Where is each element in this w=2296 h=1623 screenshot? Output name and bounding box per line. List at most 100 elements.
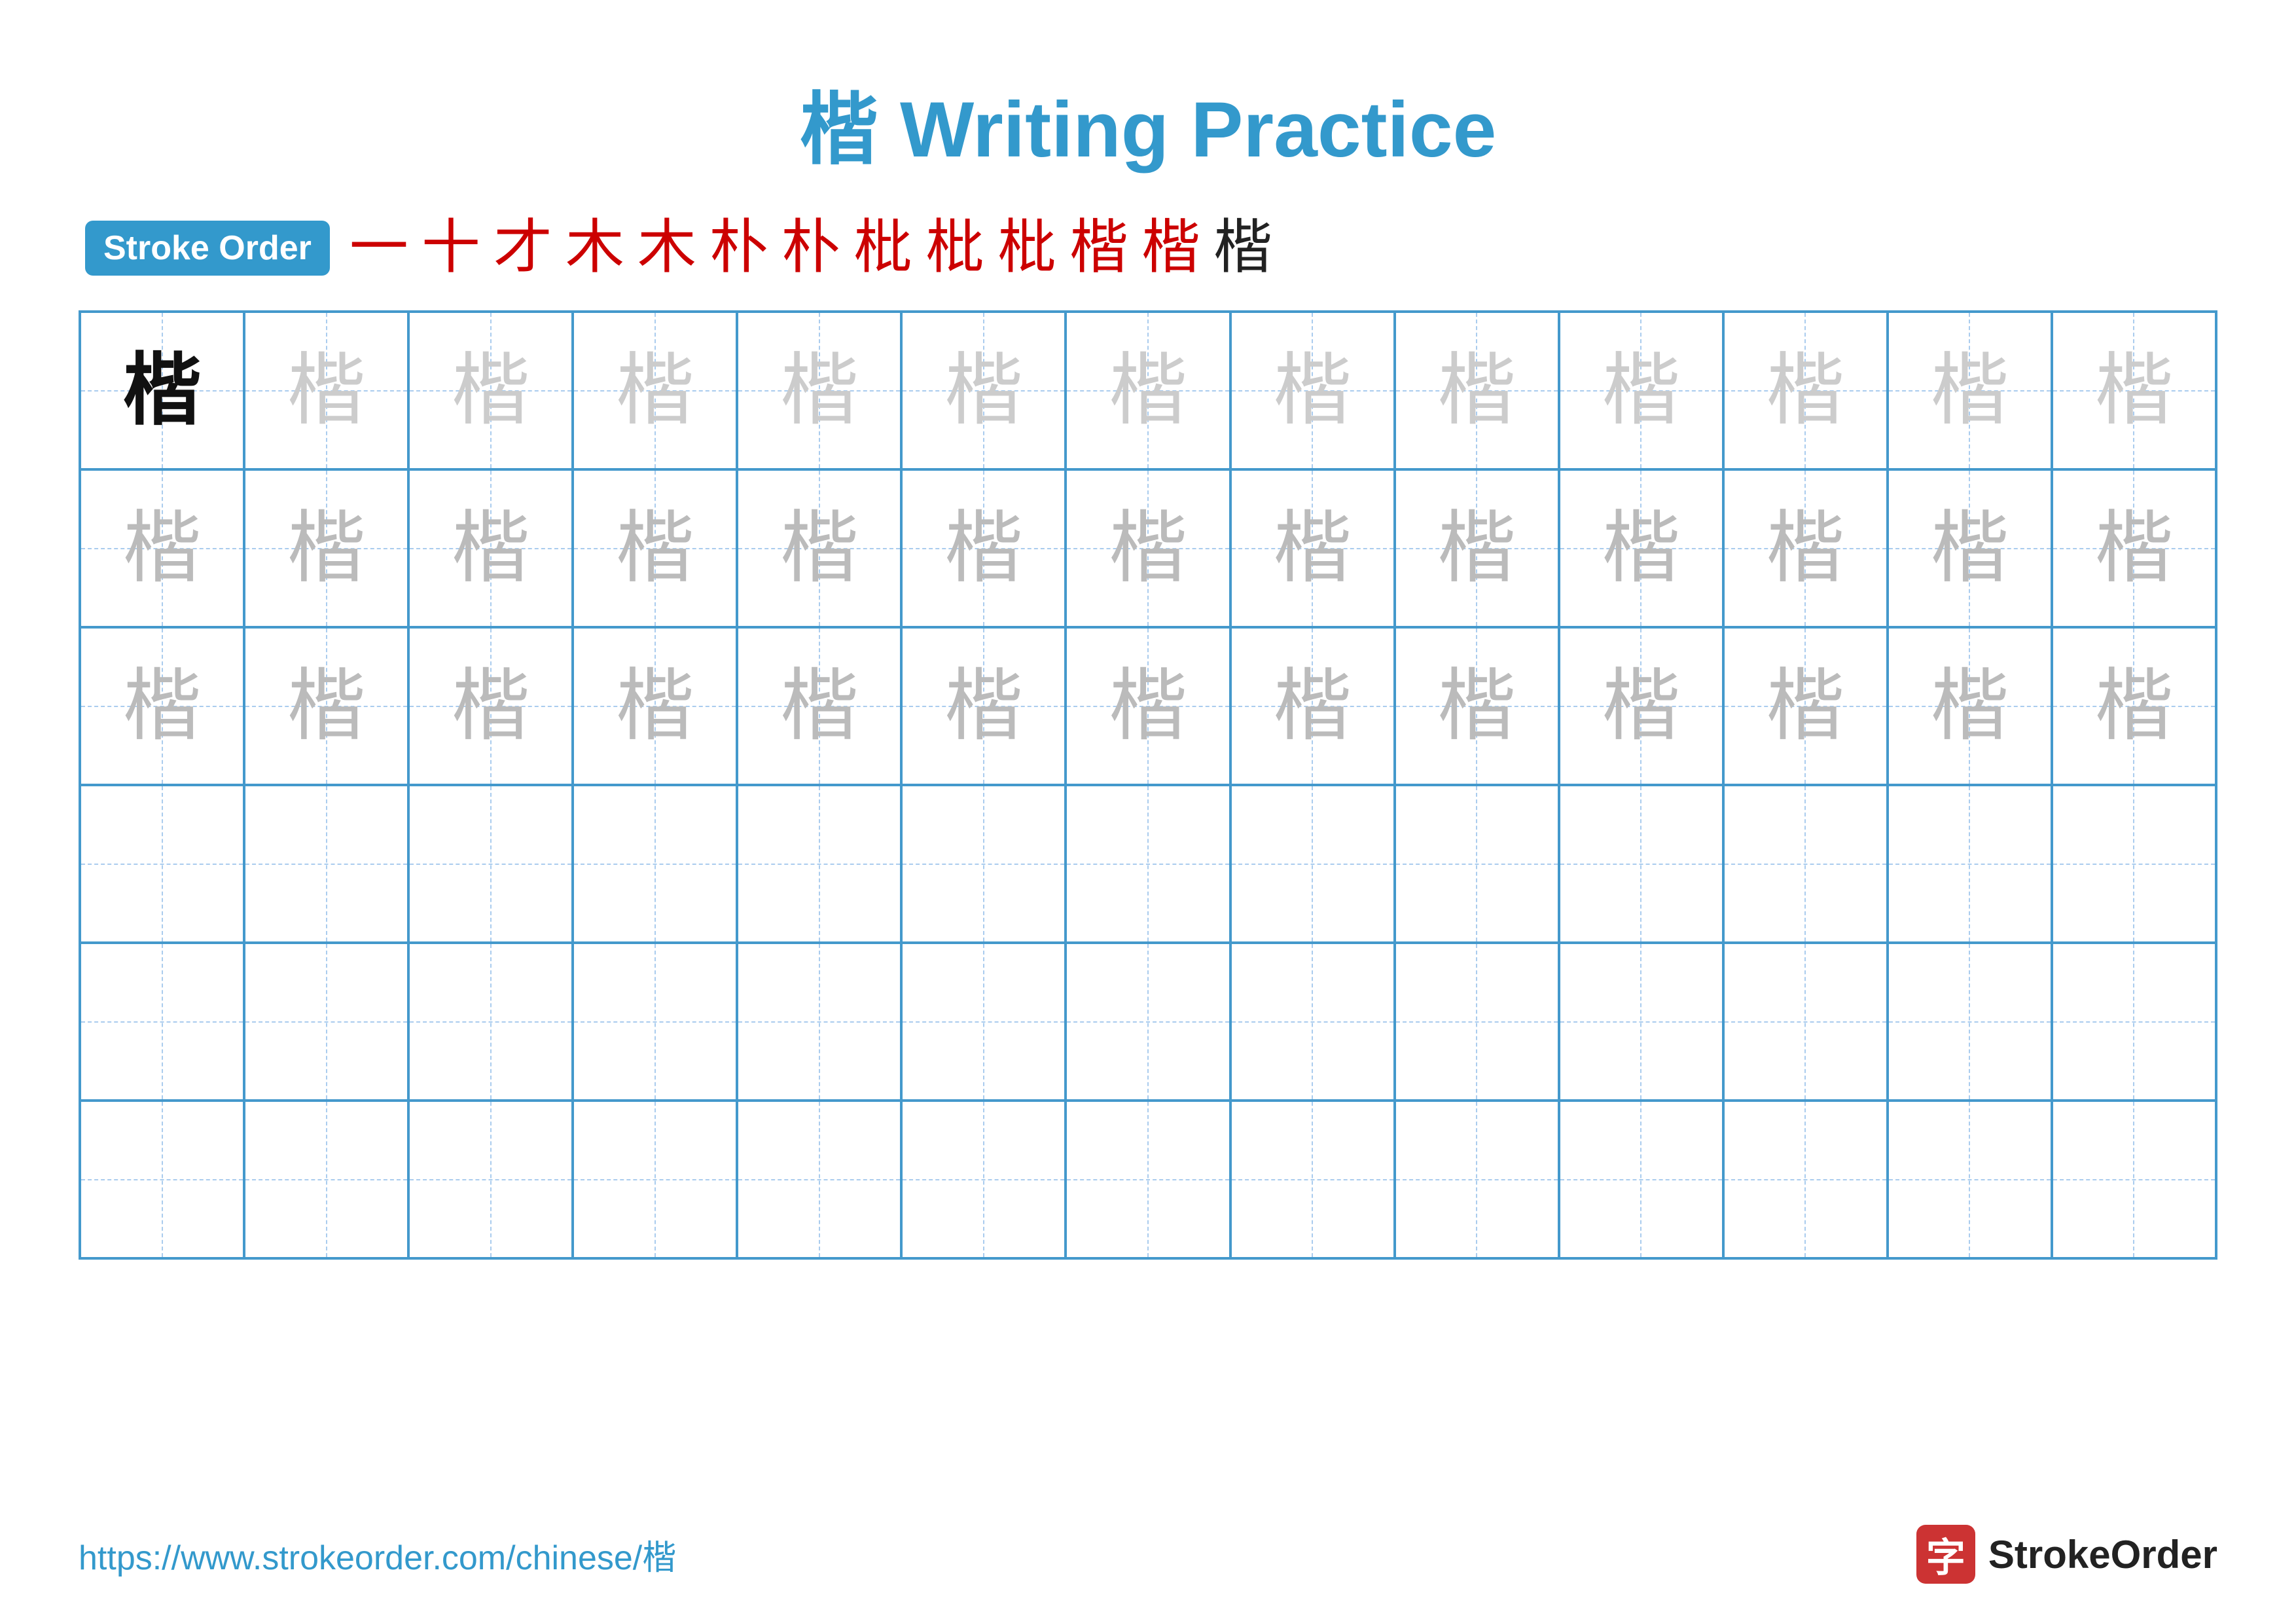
grid-cell[interactable] [80, 785, 244, 943]
grid-cell[interactable]: 楷 [2052, 627, 2216, 785]
grid-cell[interactable]: 楷 [1559, 312, 1723, 469]
grid-cell[interactable]: 楷 [1066, 627, 1230, 785]
grid-cell[interactable] [1888, 785, 2052, 943]
grid-cell[interactable] [901, 785, 1066, 943]
stroke-char-4: 木 [637, 219, 696, 278]
grid-char: 楷 [1930, 667, 2009, 746]
grid-cell[interactable] [2052, 1101, 2216, 1258]
grid-cell[interactable]: 楷 [737, 627, 901, 785]
grid-cell[interactable] [408, 943, 573, 1101]
grid-cell[interactable]: 楷 [1723, 627, 1888, 785]
grid-cell[interactable] [1559, 943, 1723, 1101]
grid-cell[interactable]: 楷 [2052, 469, 2216, 627]
grid-cell[interactable] [1723, 785, 1888, 943]
grid-cell[interactable] [1888, 1101, 2052, 1258]
grid-cell[interactable] [1395, 785, 1559, 943]
grid-cell[interactable] [573, 1101, 737, 1258]
grid-cell[interactable]: 楷 [1723, 312, 1888, 469]
grid-cell[interactable]: 楷 [737, 469, 901, 627]
grid-cell[interactable]: 楷 [1559, 627, 1723, 785]
grid-cell[interactable]: 楷 [573, 627, 737, 785]
grid-cell[interactable] [901, 943, 1066, 1101]
stroke-char-0: 一 [350, 219, 408, 278]
grid-cell[interactable]: 楷 [408, 312, 573, 469]
grid-char: 楷 [1766, 352, 1844, 430]
page-title: 楷 Writing Practice [800, 86, 1497, 173]
grid-cell[interactable]: 楷 [737, 312, 901, 469]
grid-cell[interactable] [2052, 943, 2216, 1101]
grid-cell[interactable] [737, 1101, 901, 1258]
grid-cell[interactable] [1723, 1101, 1888, 1258]
stroke-char-11: 楷 [1141, 219, 1200, 278]
grid-cell[interactable]: 楷 [573, 469, 737, 627]
grid-cell[interactable]: 楷 [901, 627, 1066, 785]
grid-cell[interactable]: 楷 [408, 627, 573, 785]
grid-char: 楷 [1602, 667, 1680, 746]
grid-cell[interactable] [1395, 943, 1559, 1101]
grid-cell[interactable]: 楷 [80, 627, 244, 785]
grid-cell[interactable]: 楷 [1230, 312, 1395, 469]
grid-cell[interactable] [1230, 1101, 1395, 1258]
grid-cell[interactable]: 楷 [1395, 312, 1559, 469]
grid-cell[interactable]: 楷 [901, 469, 1066, 627]
grid-char: 楷 [780, 509, 859, 588]
grid-cell[interactable] [573, 785, 737, 943]
grid-cell[interactable]: 楷 [1395, 469, 1559, 627]
grid-cell[interactable]: 楷 [1888, 469, 2052, 627]
grid-cell[interactable] [1888, 943, 2052, 1101]
grid-cell[interactable] [2052, 785, 2216, 943]
stroke-char-7: 枇 [853, 219, 912, 278]
grid-char: 楷 [2094, 352, 2173, 430]
footer-url[interactable]: https://www.strokeorder.com/chinese/楷 [79, 1530, 676, 1579]
grid-cell[interactable] [408, 1101, 573, 1258]
grid-cell[interactable] [408, 785, 573, 943]
grid-cell[interactable]: 楷 [1723, 469, 1888, 627]
grid-cell[interactable]: 楷 [244, 469, 408, 627]
grid-cell[interactable] [1066, 785, 1230, 943]
grid-char: 楷 [944, 509, 1023, 588]
grid-cell[interactable] [80, 1101, 244, 1258]
grid-cell[interactable]: 楷 [2052, 312, 2216, 469]
grid-cell[interactable]: 楷 [901, 312, 1066, 469]
grid-cell[interactable] [1066, 1101, 1230, 1258]
grid-cell[interactable]: 楷 [244, 312, 408, 469]
grid-cell[interactable]: 楷 [573, 312, 737, 469]
grid-char: 楷 [123, 667, 202, 746]
grid-cell[interactable]: 楷 [1559, 469, 1723, 627]
grid-cell[interactable]: 楷 [80, 469, 244, 627]
grid-cell[interactable]: 楷 [408, 469, 573, 627]
grid-cell[interactable] [737, 943, 901, 1101]
grid-cell[interactable]: 楷 [1230, 627, 1395, 785]
stroke-char-8: 枇 [925, 219, 984, 278]
grid-cell[interactable]: 楷 [1066, 469, 1230, 627]
grid-cell[interactable] [1230, 785, 1395, 943]
grid-cell[interactable] [1559, 785, 1723, 943]
title-section: 楷 Writing Practice [79, 65, 2217, 179]
footer: https://www.strokeorder.com/chinese/楷 字 … [79, 1525, 2217, 1584]
grid-cell[interactable]: 楷 [1066, 312, 1230, 469]
grid-char: 楷 [944, 667, 1023, 746]
grid-cell[interactable] [1723, 943, 1888, 1101]
grid-cell[interactable] [244, 785, 408, 943]
grid-cell[interactable]: 楷 [1230, 469, 1395, 627]
grid-char: 楷 [1930, 509, 2009, 588]
grid-char: 楷 [944, 352, 1023, 430]
grid-cell[interactable]: 楷 [1888, 627, 2052, 785]
logo-text: StrokeOrder [1988, 1532, 2217, 1577]
grid-cell[interactable] [1230, 943, 1395, 1101]
grid-cell[interactable] [80, 943, 244, 1101]
grid-cell[interactable] [737, 785, 901, 943]
grid-cell[interactable] [1559, 1101, 1723, 1258]
grid-char: 楷 [1602, 352, 1680, 430]
grid-cell[interactable] [1395, 1101, 1559, 1258]
grid-cell[interactable] [573, 943, 737, 1101]
grid-cell[interactable] [244, 943, 408, 1101]
logo-icon: 字 [1916, 1525, 1975, 1584]
grid-cell[interactable]: 楷 [1395, 627, 1559, 785]
grid-cell[interactable]: 楷 [80, 312, 244, 469]
grid-cell[interactable] [1066, 943, 1230, 1101]
grid-cell[interactable]: 楷 [1888, 312, 2052, 469]
grid-cell[interactable] [901, 1101, 1066, 1258]
grid-cell[interactable]: 楷 [244, 627, 408, 785]
grid-cell[interactable] [244, 1101, 408, 1258]
